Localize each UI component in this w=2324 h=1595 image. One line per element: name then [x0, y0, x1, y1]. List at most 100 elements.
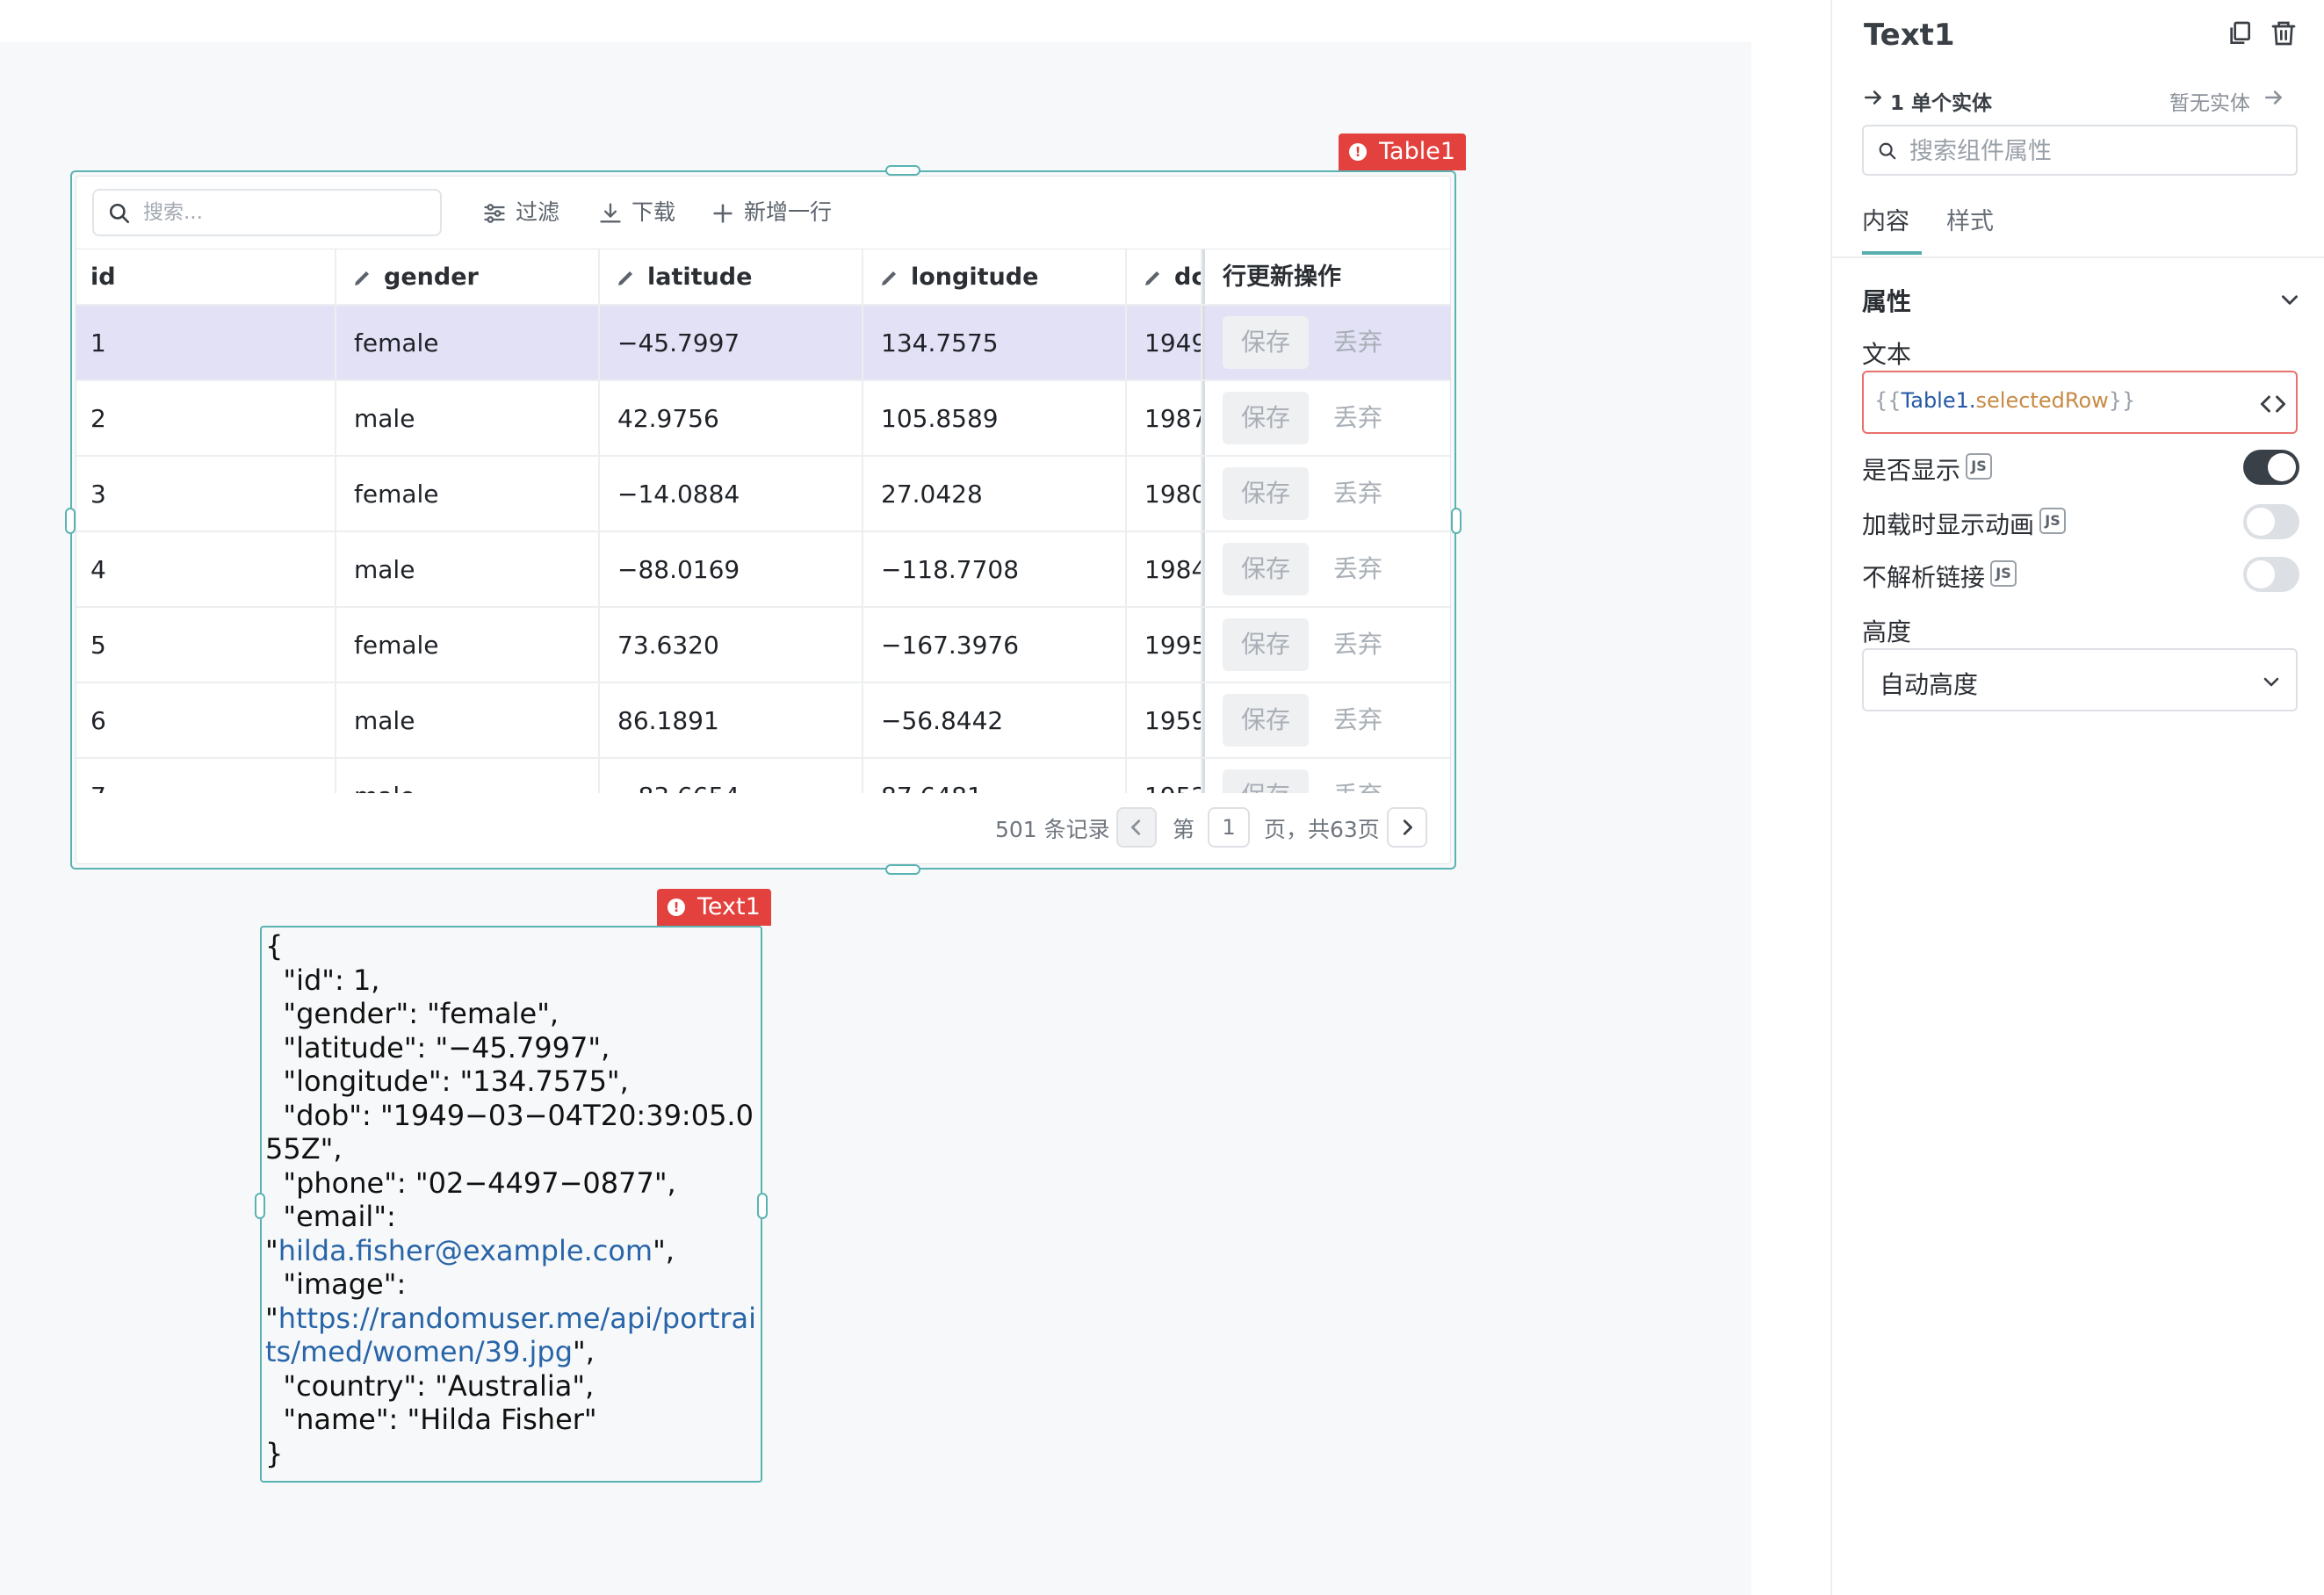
filter-button[interactable]: 过滤	[482, 194, 570, 231]
chevron-down-icon[interactable]	[2278, 288, 2301, 311]
table-cell-longitude[interactable]: −167.3976	[863, 608, 1127, 682]
table-cell-dob[interactable]: 1952	[1127, 759, 1202, 793]
table-cell-id[interactable]: 5	[76, 608, 336, 682]
table-cell-id[interactable]: 4	[76, 532, 336, 606]
discard-row-button[interactable]: 丢弃	[1333, 316, 1382, 369]
next-page-button[interactable]	[1387, 807, 1427, 848]
table-search-input[interactable]	[143, 196, 424, 229]
table-cell-id[interactable]: 7	[76, 759, 336, 793]
tab-content[interactable]: 内容	[1862, 202, 1909, 236]
add-row-button[interactable]: 新增一行	[711, 194, 842, 231]
table-cell-gender[interactable]: male	[336, 381, 600, 455]
discard-row-button[interactable]: 丢弃	[1333, 694, 1382, 747]
table-cell-id[interactable]: 3	[76, 457, 336, 530]
download-button[interactable]: 下载	[598, 194, 686, 231]
table-cell-longitude[interactable]: 105.8589	[863, 381, 1127, 455]
error-icon: !	[1349, 143, 1367, 161]
resize-handle-right[interactable]	[1451, 508, 1462, 534]
table-cell-gender[interactable]: male	[336, 759, 600, 793]
table-cell-gender[interactable]: female	[336, 306, 600, 379]
table-cell-latitude[interactable]: −45.7997	[600, 306, 863, 379]
resize-handle-left[interactable]	[65, 508, 76, 534]
table-cell-gender[interactable]: male	[336, 532, 600, 606]
property-search[interactable]	[1862, 125, 2298, 176]
table-cell-longitude[interactable]: 27.0428	[863, 457, 1127, 530]
table-row[interactable]: 2 male 42.9756 105.8589 1987 保存 丢弃	[76, 381, 1450, 457]
save-row-button[interactable]: 保存	[1223, 543, 1309, 595]
section-header-properties[interactable]: 属性	[1862, 283, 1911, 318]
table-cell-id[interactable]: 2	[76, 381, 336, 455]
table-cell-dob[interactable]: 1959	[1127, 683, 1202, 757]
table-cell-longitude[interactable]: −56.8442	[863, 683, 1127, 757]
entity-link[interactable]: 1 单个实体	[1890, 86, 1992, 116]
table-cell-dob[interactable]: 1949	[1127, 306, 1202, 379]
table-cell-latitude[interactable]: −83.6654	[600, 759, 863, 793]
table-row[interactable]: 7male−83.665487.64811952 保存丢弃	[76, 759, 1450, 793]
table-cell-longitude[interactable]: 87.6481	[863, 759, 1127, 793]
resize-handle-right[interactable]	[757, 1193, 768, 1219]
no-entity-link[interactable]: 暂无实体	[2169, 86, 2250, 116]
discard-row-button[interactable]: 丢弃	[1333, 618, 1382, 671]
discard-row-button[interactable]: 丢弃	[1333, 543, 1382, 595]
resize-handle-left[interactable]	[255, 1193, 265, 1219]
js-badge[interactable]: JS	[1966, 453, 1992, 480]
table-cell-id[interactable]: 1	[76, 306, 336, 379]
save-row-button[interactable]: 保存	[1223, 467, 1309, 520]
table-cell-longitude[interactable]: 134.7575	[863, 306, 1127, 379]
page-number-input[interactable]: 1	[1208, 807, 1250, 848]
prev-page-button[interactable]	[1116, 807, 1157, 848]
code-icon[interactable]	[2259, 392, 2287, 416]
text-widget-label[interactable]: ! Text1	[657, 889, 771, 926]
delete-icon[interactable]	[2270, 19, 2298, 47]
table-cell-gender[interactable]: female	[336, 608, 600, 682]
save-row-button[interactable]: 保存	[1223, 392, 1309, 444]
save-row-button[interactable]: 保存	[1223, 769, 1309, 793]
visible-toggle[interactable]	[2243, 450, 2299, 485]
resize-handle-top[interactable]	[885, 165, 920, 176]
height-select[interactable]: 自动高度	[1862, 648, 2298, 711]
table-search[interactable]	[92, 189, 442, 236]
column-header-gender[interactable]: gender	[336, 249, 600, 304]
save-row-button[interactable]: 保存	[1223, 618, 1309, 671]
table-cell-dob[interactable]: 1987	[1127, 381, 1202, 455]
table-cell-gender[interactable]: male	[336, 683, 600, 757]
table-cell-latitude[interactable]: 73.6320	[600, 608, 863, 682]
no-link-parse-toggle[interactable]	[2243, 557, 2299, 592]
email-link[interactable]: hilda.fisher@example.com	[278, 1234, 653, 1267]
table-row[interactable]: 4 male −88.0169 −118.7708 1984 保存 丢弃	[76, 532, 1450, 608]
js-badge[interactable]: JS	[2039, 508, 2066, 534]
table-cell-latitude[interactable]: 86.1891	[600, 683, 863, 757]
table-cell-dob[interactable]: 1995	[1127, 608, 1202, 682]
table-cell-latitude[interactable]: −88.0169	[600, 532, 863, 606]
discard-row-button[interactable]: 丢弃	[1333, 769, 1382, 793]
table-row[interactable]: 3 female −14.0884 27.0428 1980 保存 丢弃	[76, 457, 1450, 532]
column-header-dob[interactable]: dc	[1127, 249, 1202, 304]
table-row[interactable]: 1 female −45.7997 134.7575 1949 保存 丢弃	[76, 306, 1450, 381]
discard-row-button[interactable]: 丢弃	[1333, 467, 1382, 520]
tab-style[interactable]: 样式	[1946, 202, 1994, 236]
js-badge[interactable]: JS	[1990, 560, 2017, 587]
resize-handle-bottom[interactable]	[885, 864, 920, 875]
table-cell-gender[interactable]: female	[336, 457, 600, 530]
table-cell-id[interactable]: 6	[76, 683, 336, 757]
column-header-latitude[interactable]: latitude	[600, 249, 863, 304]
table-cell-latitude[interactable]: 42.9756	[600, 381, 863, 455]
column-header-longitude[interactable]: longitude	[863, 249, 1127, 304]
table-cell-dob[interactable]: 1980	[1127, 457, 1202, 530]
table-cell-dob[interactable]: 1984	[1127, 532, 1202, 606]
table-row[interactable]: 6 male 86.1891 −56.8442 1959 保存 丢弃	[76, 683, 1450, 759]
table-widget-label[interactable]: ! Table1	[1339, 134, 1466, 170]
column-header-id[interactable]: id	[76, 249, 336, 304]
panel-title: Text1	[1864, 18, 1955, 53]
loading-animation-toggle[interactable]	[2243, 504, 2299, 539]
copy-icon[interactable]	[2226, 19, 2254, 47]
table-cell-longitude[interactable]: −118.7708	[863, 532, 1127, 606]
save-row-button[interactable]: 保存	[1223, 694, 1309, 747]
image-link[interactable]: https://randomuser.me/api/portraits/med/…	[265, 1302, 756, 1369]
table-row[interactable]: 5 female 73.6320 −167.3976 1995 保存 丢弃	[76, 608, 1450, 683]
property-search-input[interactable]	[1909, 134, 2278, 169]
discard-row-button[interactable]: 丢弃	[1333, 392, 1382, 444]
save-row-button[interactable]: 保存	[1223, 316, 1309, 369]
table-cell-latitude[interactable]: −14.0884	[600, 457, 863, 530]
text-property-editor[interactable]: {{Table1.selectedRow}}	[1862, 371, 2298, 434]
